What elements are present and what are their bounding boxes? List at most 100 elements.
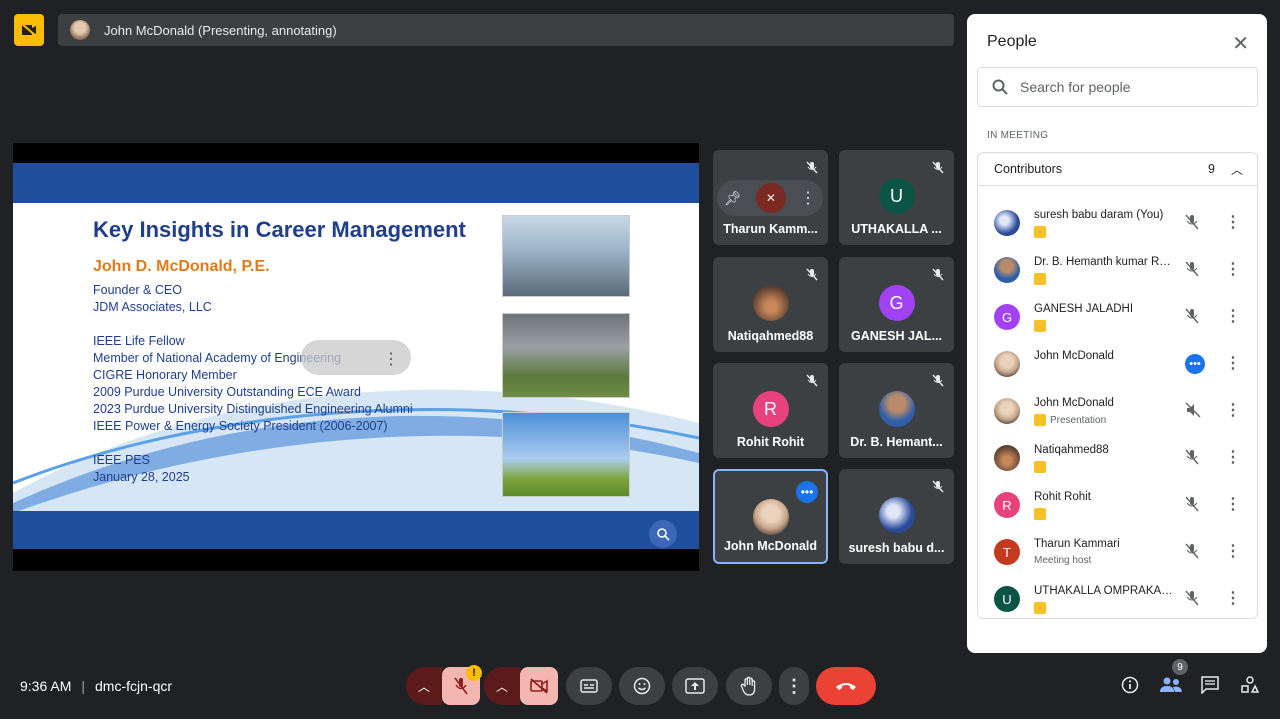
presenter-label: John McDonald (Presenting, annotating) (104, 22, 337, 38)
substation-image (502, 313, 630, 398)
role-tag-icon (1034, 461, 1046, 473)
participant-name: Rohit Rohit (1034, 491, 1091, 503)
more-vert-icon[interactable]: ⋮ (1225, 400, 1241, 420)
more-vert-icon[interactable]: ⋮ (1225, 588, 1241, 608)
tile-name: UTHAKALLA ... (851, 222, 942, 236)
contributors-header[interactable]: Contributors 9 ︿ (978, 153, 1257, 186)
participant-tile[interactable]: 📌︎ ✕ ⋮ Tharun Kamm... (713, 150, 828, 245)
more-vert-icon[interactable]: ⋮ (1225, 259, 1241, 279)
presenter-banner: John McDonald (Presenting, annotating) (58, 14, 954, 46)
more-vert-icon[interactable]: ⋮ (1225, 306, 1241, 326)
search-people-input[interactable]: Search for people (977, 67, 1258, 107)
meeting-code: dmc-fcjn-qcr (95, 678, 173, 694)
mic-off-icon (1185, 496, 1199, 512)
avatar (994, 210, 1020, 236)
present-screen-icon (685, 678, 705, 694)
tile-name: Natiqahmed88 (727, 329, 814, 343)
more-vert-icon[interactable]: ⋮ (1225, 541, 1241, 561)
avatar (752, 499, 789, 535)
more-vert-icon[interactable]: ⋮ (1225, 212, 1241, 232)
participant-row[interactable]: suresh babu daram (You) ⋮ (978, 202, 1257, 248)
raise-hand-button[interactable] (726, 667, 772, 705)
speaking-indicator-icon: ••• (796, 481, 818, 503)
present-now-button[interactable] (672, 667, 718, 705)
annotation-toolbar[interactable]: ⋮ (301, 340, 411, 375)
camera-toggle-button[interactable] (520, 667, 558, 705)
tile-name: Rohit Rohit (736, 435, 805, 449)
section-label: IN MEETING (987, 130, 1049, 141)
zoom-button[interactable] (649, 520, 677, 548)
avatar (994, 398, 1020, 424)
slide-title: Key Insights in Career Management (93, 217, 466, 242)
more-vert-icon[interactable]: ⋮ (800, 188, 816, 208)
slide-bottom-band (13, 511, 699, 549)
close-icon[interactable]: ✕ (1232, 31, 1249, 56)
participant-tile[interactable]: Natiqahmed88 (713, 257, 828, 352)
mic-off-icon (1185, 543, 1199, 559)
leave-call-button[interactable] (816, 667, 876, 705)
participant-name: John McDonald (1034, 350, 1114, 362)
participant-row[interactable]: G GANESH JALADHI ⋮ (978, 296, 1257, 342)
camera-control: ︿ (484, 667, 558, 705)
participant-name: Tharun Kammari (1034, 538, 1120, 550)
tile-name: Tharun Kamm... (723, 222, 818, 236)
participant-name: John McDonald (1034, 397, 1114, 409)
chevron-up-icon[interactable]: ︿ (484, 667, 520, 705)
mic-off-icon (806, 374, 818, 387)
role-tag-icon (1034, 226, 1046, 238)
pin-icon[interactable]: 📌︎ (724, 190, 742, 207)
more-vert-icon[interactable]: ⋮ (1225, 447, 1241, 467)
mic-off-icon (932, 161, 944, 174)
participant-row[interactable]: John McDonald Presentation ⋮ (978, 390, 1257, 436)
participant-tile[interactable]: U UTHAKALLA ... (839, 150, 954, 245)
presenter-avatar (70, 20, 90, 40)
slide-line: 2023 Purdue University Distinguished Eng… (93, 402, 413, 416)
chat-icon[interactable] (1201, 676, 1219, 694)
participant-row[interactable]: John McDonald ••• ⋮ (978, 343, 1257, 389)
warning-badge: ! (466, 665, 482, 681)
search-icon (992, 79, 1008, 95)
role-tag-icon (1034, 320, 1046, 332)
avatar: U (878, 178, 915, 214)
chevron-up-icon[interactable]: ︿ (406, 667, 442, 705)
participant-row[interactable]: Dr. B. Hemanth kumar Re... ⋮ (978, 249, 1257, 295)
role-tag-icon (1034, 508, 1046, 520)
participant-row[interactable]: U UTHAKALLA OMPRAKASH ⋮ (978, 578, 1257, 624)
participant-row[interactable]: R Rohit Rohit ⋮ (978, 484, 1257, 530)
participant-row[interactable]: T Tharun Kammari Meeting host ⋮ (978, 531, 1257, 577)
info-icon[interactable] (1121, 676, 1139, 694)
avatar (752, 285, 789, 321)
search-placeholder: Search for people (1020, 79, 1131, 95)
chevron-up-icon[interactable]: ︿ (1231, 161, 1243, 178)
activities-icon[interactable] (1241, 676, 1259, 694)
participant-tile[interactable]: G GANESH JAL... (839, 257, 954, 352)
participant-tile[interactable]: R Rohit Rohit (713, 363, 828, 458)
mic-off-icon (1185, 308, 1199, 324)
avatar (994, 351, 1020, 377)
participant-tile-active-speaker[interactable]: ••• John McDonald (713, 469, 828, 564)
more-options-button[interactable]: ⋮ (779, 667, 809, 705)
captions-button[interactable] (566, 667, 612, 705)
people-icon[interactable] (1159, 676, 1183, 694)
control-room-image (502, 215, 630, 297)
slide-body: Founder & CEO JDM Associates, LLC IEEE L… (93, 282, 413, 486)
participant-subtitle: Meeting host (1034, 555, 1092, 566)
slide-line: IEEE Power & Energy Society President (2… (93, 419, 388, 433)
speaking-indicator-icon: ••• (1185, 354, 1205, 374)
more-vert-icon[interactable]: ⋮ (383, 349, 399, 369)
mute-participant-button[interactable]: ✕ (755, 183, 786, 213)
participant-row[interactable]: Natiqahmed88 ⋮ (978, 437, 1257, 483)
role-tag-icon (1034, 414, 1046, 426)
hand-icon (740, 676, 756, 696)
participant-tile[interactable]: Dr. B. Hemant... (839, 363, 954, 458)
avatar (994, 257, 1020, 283)
more-vert-icon[interactable]: ⋮ (1225, 353, 1241, 373)
participant-tile[interactable]: suresh babu d... (839, 469, 954, 564)
presentation-view[interactable]: Key Insights in Career Management John D… (13, 143, 699, 571)
more-vert-icon[interactable]: ⋮ (1225, 494, 1241, 514)
slide: Key Insights in Career Management John D… (13, 163, 699, 549)
reactions-button[interactable] (619, 667, 665, 705)
tile-name: Dr. B. Hemant... (850, 435, 943, 449)
group-count: 9 (1208, 162, 1215, 176)
present-indicator-button[interactable] (14, 14, 44, 46)
